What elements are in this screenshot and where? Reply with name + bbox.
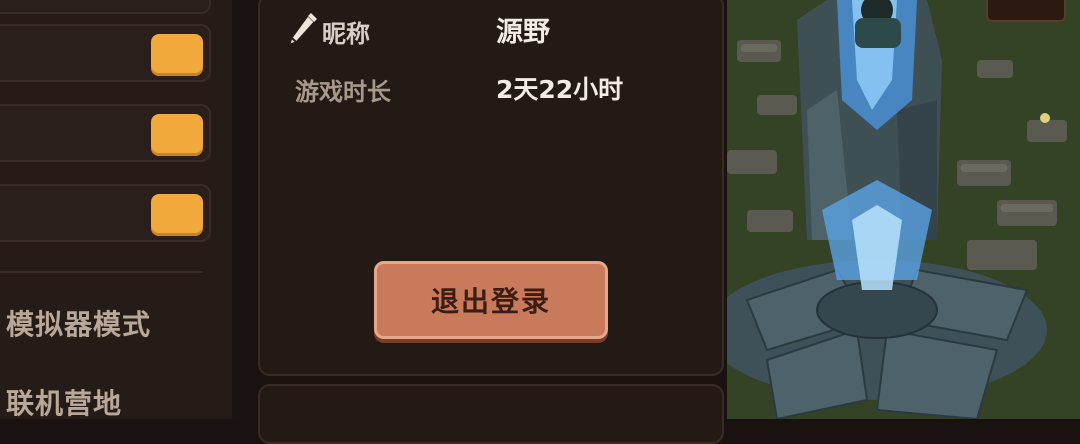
playtime-value: 2天22小时: [496, 75, 624, 104]
setting-toggle-3[interactable]: [151, 194, 203, 236]
panel-divider: [232, 0, 240, 419]
game-scene: [727, 0, 1080, 419]
nickname-value: 源野: [496, 17, 550, 48]
sidebar-divider: [0, 271, 203, 273]
nickname-label: 昵称: [322, 20, 370, 48]
setting-toggle-1[interactable]: [151, 34, 203, 76]
playtime-label: 游戏时长: [295, 78, 391, 106]
pencil-icon[interactable]: [286, 10, 318, 46]
setting-toggle-2[interactable]: [151, 114, 203, 156]
setting-row-1: [0, 24, 211, 82]
setting-row-top: [0, 0, 211, 14]
inventory-box-icon[interactable]: [986, 0, 1066, 22]
secondary-panel: [258, 384, 724, 444]
menu-item-coop-camp[interactable]: 联机营地: [6, 382, 122, 422]
setting-row-3: [0, 184, 211, 242]
setting-row-2: [0, 104, 211, 162]
menu-item-emulator-mode[interactable]: 模拟器模式: [6, 303, 151, 343]
logout-button[interactable]: 退出登录: [374, 261, 608, 339]
